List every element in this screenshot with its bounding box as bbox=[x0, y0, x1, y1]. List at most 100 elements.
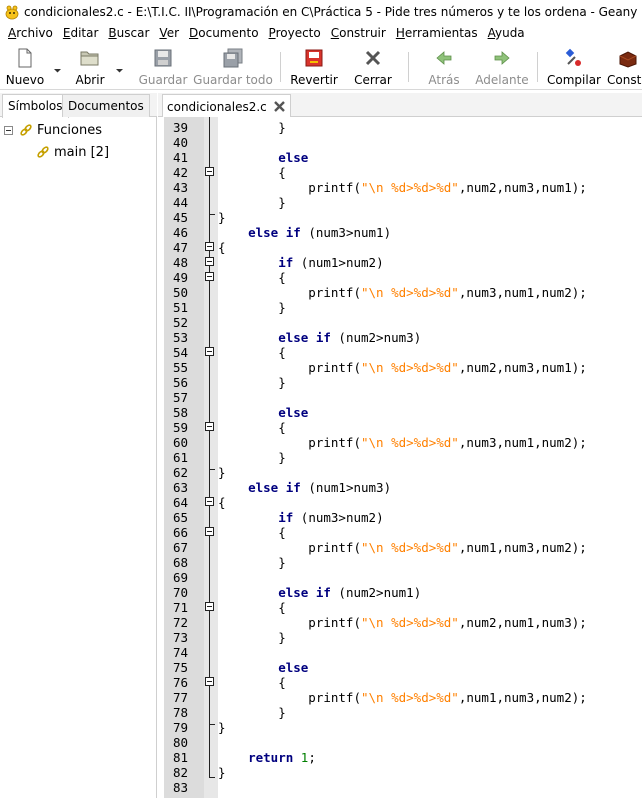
code-keyword: else if bbox=[278, 585, 331, 600]
code-text: { bbox=[218, 525, 286, 540]
code-token: ; bbox=[308, 750, 316, 765]
collapse-expander-icon[interactable] bbox=[4, 125, 13, 135]
new-document-icon bbox=[18, 48, 32, 68]
code-token: } bbox=[218, 720, 226, 735]
menu-item[interactable]: Construir bbox=[326, 23, 391, 44]
tree-item-main[interactable]: main [2] bbox=[36, 143, 109, 161]
line-number: 58 bbox=[172, 405, 188, 420]
compile-icon bbox=[565, 48, 581, 66]
new-dropdown-arrow-icon[interactable] bbox=[53, 66, 62, 75]
code-line: 55 printf("\n %d>%d>%d",num2,num3,num1); bbox=[158, 360, 642, 375]
code-text: else if (num2>num1) bbox=[218, 585, 421, 600]
menu-item[interactable]: Buscar bbox=[103, 23, 154, 44]
code-token: (num1>num3) bbox=[300, 480, 392, 495]
code-token: } bbox=[218, 555, 286, 570]
compile-button[interactable]: Compilar bbox=[547, 47, 601, 89]
open-dropdown-arrow-icon[interactable] bbox=[115, 66, 124, 75]
code-line: 40 bbox=[158, 135, 642, 150]
code-line: 51 } bbox=[158, 300, 642, 315]
code-text: } bbox=[218, 630, 286, 645]
revert-icon bbox=[305, 49, 323, 67]
menu-label-rest: onstruir bbox=[339, 26, 386, 40]
line-number: 71 bbox=[172, 600, 188, 615]
window-title: condicionales2.c - E:\T.I.C. II\Programa… bbox=[24, 4, 638, 19]
tab-symbols[interactable]: Símbolos bbox=[2, 94, 69, 118]
line-number: 44 bbox=[172, 195, 188, 210]
save-disk-icon bbox=[154, 49, 172, 67]
line-number: 41 bbox=[172, 150, 188, 165]
line-number: 48 bbox=[172, 255, 188, 270]
line-number: 42 bbox=[172, 165, 188, 180]
line-number: 51 bbox=[172, 300, 188, 315]
code-token: } bbox=[218, 465, 226, 480]
save-all-button-label: Guardar todo bbox=[193, 73, 273, 87]
save-all-icon bbox=[223, 48, 243, 68]
close-tab-icon[interactable] bbox=[273, 100, 286, 113]
line-number: 56 bbox=[172, 375, 188, 390]
menu-item[interactable]: Archivo bbox=[3, 23, 58, 44]
close-button[interactable]: Cerrar bbox=[353, 47, 393, 89]
code-editor[interactable]: 39 } 40 41 else 42 {43 printf("\n %d>%d>%d"… bbox=[158, 117, 642, 798]
menu-label-rest: royecto bbox=[275, 26, 321, 40]
save-button[interactable]: Guardar bbox=[139, 47, 187, 89]
menu-label-rest: uscar bbox=[116, 26, 150, 40]
code-text: } bbox=[218, 705, 286, 720]
code-line: 79} bbox=[158, 720, 642, 735]
code-text: printf("\n %d>%d>%d",num3,num1,num2); bbox=[218, 285, 586, 300]
open-button[interactable]: Abrir bbox=[72, 47, 108, 89]
code-token: printf( bbox=[218, 540, 361, 555]
open-folder-icon bbox=[80, 51, 99, 66]
tree-group-functions[interactable]: Funciones bbox=[4, 121, 102, 139]
code-string: "\n %d>%d>%d" bbox=[361, 540, 459, 555]
code-token: } bbox=[218, 195, 286, 210]
tab-condicionales2[interactable]: condicionales2.c bbox=[162, 94, 291, 118]
code-line: 39 } bbox=[158, 120, 642, 135]
code-token: { bbox=[218, 270, 286, 285]
code-text: printf("\n %d>%d>%d",num1,num3,num2); bbox=[218, 690, 586, 705]
forward-button[interactable]: Adelante bbox=[474, 47, 530, 89]
code-text: else if (num1>num3) bbox=[218, 480, 391, 495]
open-button-label: Abrir bbox=[75, 73, 105, 87]
code-line: 64 { bbox=[158, 495, 642, 510]
revert-button[interactable]: Revertir bbox=[290, 47, 338, 89]
code-keyword: if bbox=[278, 255, 294, 270]
tab-documents[interactable]: Documentos bbox=[62, 94, 150, 117]
save-all-button[interactable]: Guardar todo bbox=[193, 47, 273, 89]
line-number: 54 bbox=[172, 345, 188, 360]
line-number: 55 bbox=[172, 360, 188, 375]
code-token: } bbox=[218, 630, 286, 645]
menu-item[interactable]: Documento bbox=[184, 23, 264, 44]
code-line: 82} bbox=[158, 765, 642, 780]
build-button[interactable]: Constr bbox=[607, 47, 642, 89]
back-button[interactable]: Atrás bbox=[425, 47, 463, 89]
new-button[interactable]: Nuevo bbox=[6, 47, 44, 89]
line-number: 80 bbox=[172, 735, 188, 750]
menu-item[interactable]: Herramientas bbox=[391, 23, 483, 44]
menu-item[interactable]: Editar bbox=[58, 23, 104, 44]
code-token: (num2>num1) bbox=[330, 585, 422, 600]
menu-item[interactable]: Ver bbox=[154, 23, 184, 44]
revert-button-label: Revertir bbox=[290, 73, 338, 87]
menu-item[interactable]: Ayuda bbox=[483, 23, 530, 44]
code-token: (num2>num3) bbox=[330, 330, 422, 345]
line-number: 39 bbox=[172, 120, 188, 135]
code-line: 57 bbox=[158, 390, 642, 405]
code-line: 71 { bbox=[158, 600, 642, 615]
code-line: 59 { bbox=[158, 420, 642, 435]
code-line: 41 else bbox=[158, 150, 642, 165]
code-text: { bbox=[218, 345, 286, 360]
line-number: 83 bbox=[172, 780, 188, 795]
menu-label-rest: rchivo bbox=[16, 26, 53, 40]
editor-tab-bar: condicionales2.c bbox=[158, 93, 642, 118]
line-number: 63 bbox=[172, 480, 188, 495]
menu-item[interactable]: Proyecto bbox=[264, 23, 326, 44]
menu-mnemonic: P bbox=[268, 26, 276, 40]
code-text: } bbox=[218, 120, 286, 135]
code-line: 42 { bbox=[158, 165, 642, 180]
code-token: (num1>num2) bbox=[293, 255, 384, 270]
